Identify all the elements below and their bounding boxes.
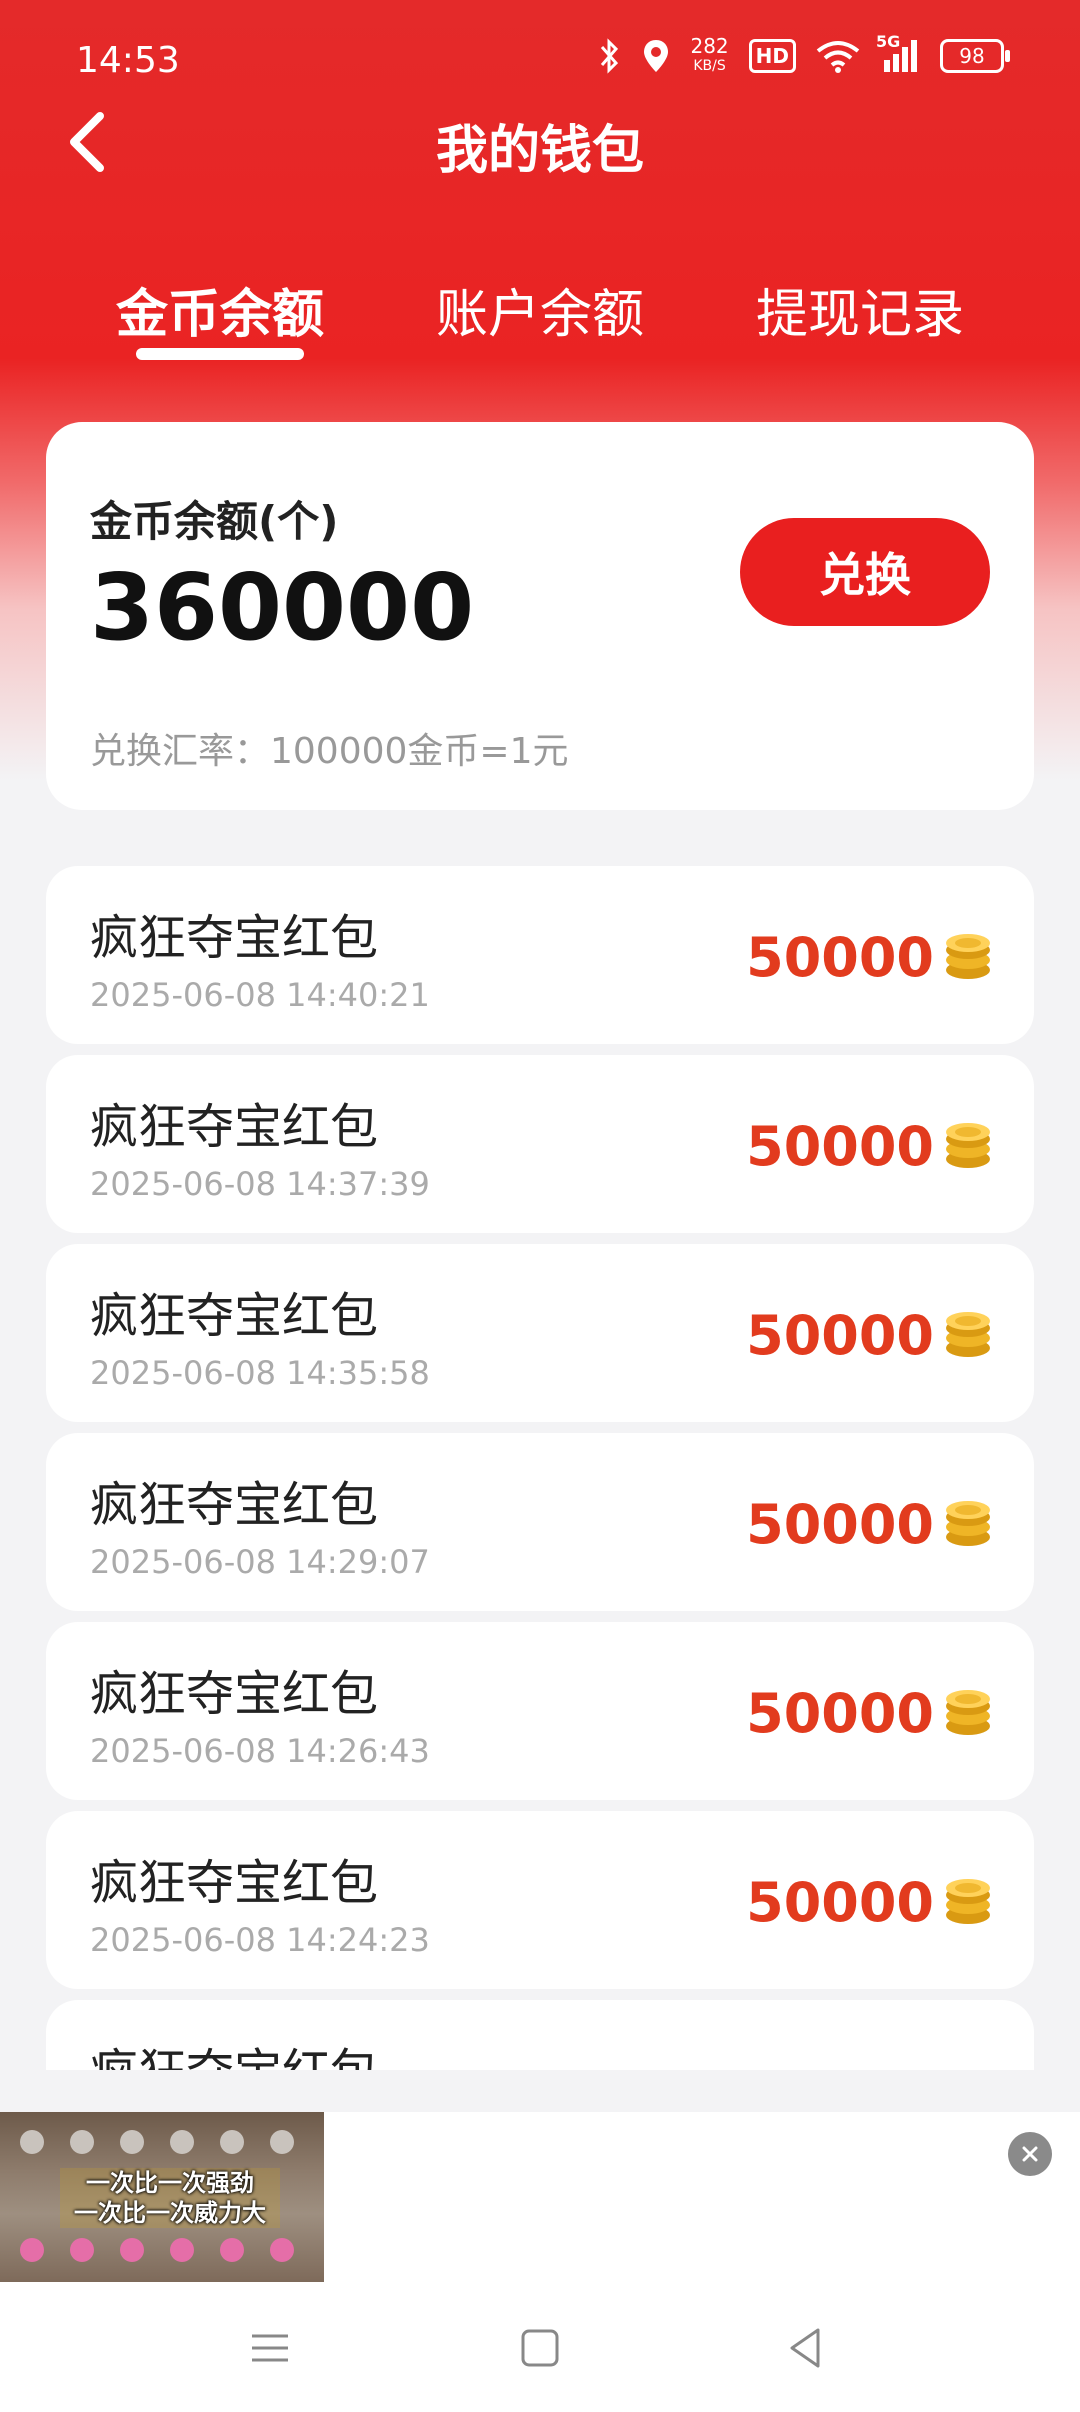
ad-caption-line1: 一次比一次强劲: [86, 2169, 254, 2197]
tab-account-balance[interactable]: 账户余额: [400, 272, 680, 347]
list-item: 疯狂夺宝红包: [46, 2000, 1034, 2070]
record-amount: 50000: [746, 926, 934, 989]
record-name: 疯狂夺宝红包: [90, 1666, 379, 1722]
back-triangle-icon: [790, 2328, 820, 2368]
record-date: 2025-06-08 14:35:58: [90, 1354, 430, 1392]
record-date: 2025-06-08 14:37:39: [90, 1165, 430, 1203]
coin-records-list[interactable]: 疯狂夺宝红包 2025-06-08 14:40:21 50000 疯狂夺宝红包 …: [46, 866, 1034, 2070]
record-name: 疯狂夺宝红包: [90, 2032, 378, 2070]
tab-coin-balance[interactable]: 金币余额: [80, 272, 360, 347]
gold-coin-icon: [946, 1123, 990, 1168]
ad-caption: 一次比一次强劲 一次比一次威力大: [60, 2168, 280, 2228]
cellular-signal-icon: 5G: [876, 32, 920, 74]
nav-home-button[interactable]: [510, 2318, 570, 2378]
coin-balance-amount: 360000: [90, 554, 475, 661]
page-title: 我的钱包: [435, 121, 644, 181]
list-item: 疯狂夺宝红包 2025-06-08 14:37:39 50000: [46, 1055, 1034, 1233]
wifi-icon: [816, 39, 860, 73]
record-name: 疯狂夺宝红包: [90, 1855, 379, 1911]
location-icon: [642, 38, 670, 74]
coin-balance-label: 金币余额(个): [90, 497, 339, 546]
exchange-button[interactable]: 兑换: [740, 518, 990, 626]
record-date: 2025-06-08 14:26:43: [90, 1732, 430, 1770]
ad-thumbnail[interactable]: 一次比一次强劲 一次比一次威力大: [0, 2112, 324, 2282]
record-amount: 50000: [746, 1871, 934, 1934]
record-date: 2025-06-08 14:29:07: [90, 1543, 430, 1581]
list-item: 疯狂夺宝红包 2025-06-08 14:40:21 50000: [46, 866, 1034, 1044]
record-amount: 50000: [746, 1115, 934, 1178]
active-tab-indicator: [136, 348, 304, 360]
network-speed-unit: KB/S: [693, 58, 726, 74]
list-item: 疯狂夺宝红包 2025-06-08 14:26:43 50000: [46, 1622, 1034, 1800]
record-date: 2025-06-08 14:40:21: [90, 976, 430, 1014]
nav-menu-button[interactable]: [240, 2318, 300, 2378]
ad-banner[interactable]: 一次比一次强劲 一次比一次威力大: [0, 2112, 1080, 2282]
record-name: 疯狂夺宝红包: [90, 1288, 379, 1344]
close-icon: [1022, 2146, 1038, 2162]
record-name: 疯狂夺宝红包: [90, 910, 379, 966]
bluetooth-icon: [598, 38, 622, 74]
record-date: 2025-06-08 14:24:23: [90, 1921, 430, 1959]
network-type: 5G: [876, 32, 901, 51]
record-amount: 50000: [746, 1682, 934, 1745]
system-nav-bar: [0, 2282, 1080, 2412]
status-time: 14:53: [76, 40, 180, 81]
tab-withdraw-records[interactable]: 提现记录: [720, 272, 1000, 347]
ad-close-button[interactable]: [1008, 2132, 1052, 2176]
menu-icon: [252, 2334, 288, 2362]
gold-coin-icon: [946, 1690, 990, 1735]
gold-coin-icon: [946, 1312, 990, 1357]
list-item: 疯狂夺宝红包 2025-06-08 14:35:58 50000: [46, 1244, 1034, 1422]
network-speed: 282 KB/S: [690, 36, 728, 76]
hd-badge: HD: [748, 39, 796, 73]
ad-caption-line2: 一次比一次威力大: [74, 2199, 266, 2227]
list-item: 疯狂夺宝红包 2025-06-08 14:29:07 50000: [46, 1433, 1034, 1611]
network-speed-value: 282: [690, 34, 729, 58]
ad-pill-row: [20, 2130, 320, 2154]
coin-balance-card: 金币余额(个) 360000 兑换 兑换汇率：100000金币=1元: [46, 422, 1034, 810]
record-amount: 50000: [746, 1304, 934, 1367]
gold-coin-icon: [946, 1879, 990, 1924]
gold-coin-icon: [946, 1501, 990, 1546]
ad-pill-row: [20, 2238, 320, 2262]
battery-indicator: 98: [940, 39, 1010, 73]
home-square-icon: [521, 2329, 559, 2367]
record-name: 疯狂夺宝红包: [90, 1099, 379, 1155]
exchange-rate-text: 兑换汇率：100000金币=1元: [90, 731, 569, 772]
record-amount: 50000: [746, 1493, 934, 1556]
top-nav-bar: 我的钱包: [0, 96, 1080, 186]
gold-coin-icon: [946, 934, 990, 979]
record-name: 疯狂夺宝红包: [90, 1477, 379, 1533]
nav-back-button[interactable]: [776, 2318, 836, 2378]
list-item: 疯狂夺宝红包 2025-06-08 14:24:23 50000: [46, 1811, 1034, 1989]
